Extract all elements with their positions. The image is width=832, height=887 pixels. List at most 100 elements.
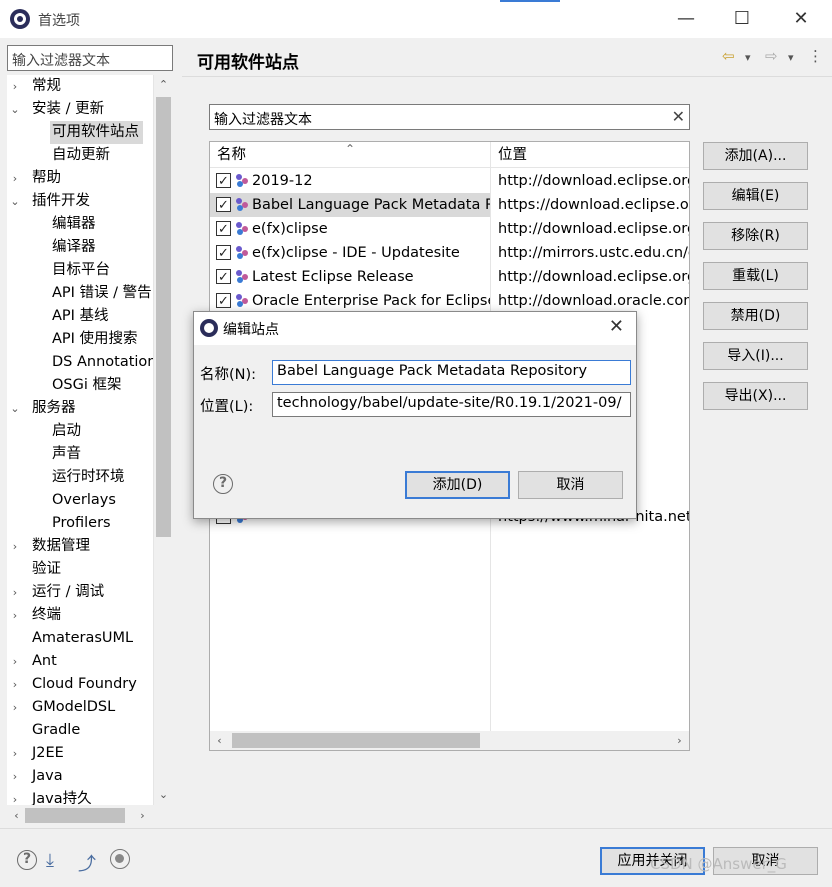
help-icon[interactable]: ? <box>17 850 37 870</box>
tree-item[interactable]: › Cloud Foundry <box>13 673 137 696</box>
tree-item[interactable]: 自动更新 <box>50 144 110 167</box>
tree-item[interactable]: AmaterasUML <box>30 627 133 650</box>
table-row[interactable]: Latest Eclipse Release http://download.ec… <box>210 265 689 290</box>
tree-item[interactable]: 编辑器 <box>50 213 96 236</box>
tree-item[interactable]: ⌄ 安装 / 更新 <box>10 98 104 121</box>
chevron-right-icon[interactable]: › <box>8 535 22 558</box>
chevron-right-icon[interactable]: › <box>8 581 22 604</box>
table-row[interactable]: Babel Language Pack Metadata Repository h… <box>210 193 689 218</box>
table-row[interactable]: e(fx)clipse http://download.eclipse.org/e… <box>210 217 689 242</box>
tree-item[interactable]: ⌄ 插件开发 <box>10 190 90 213</box>
name-field[interactable]: Babel Language Pack Metadata Repository <box>272 360 631 385</box>
tree-item[interactable]: 启动 <box>50 420 81 443</box>
chevron-right-icon[interactable]: › <box>8 696 22 719</box>
help-icon[interactable]: ? <box>213 474 233 494</box>
export-icon[interactable]: ⤴ <box>78 850 96 876</box>
tree-item[interactable]: API 基线 <box>50 305 109 328</box>
column-header-name[interactable]: 名称 ⌃ <box>210 142 490 168</box>
chevron-right-icon[interactable]: › <box>8 604 22 627</box>
tree-item[interactable]: 声音 <box>50 443 81 466</box>
export-sites-button[interactable]: 导出(X)... <box>703 382 808 410</box>
tree-item[interactable]: › 帮助 <box>13 167 61 190</box>
chevron-right-icon[interactable]: › <box>8 742 22 765</box>
sites-filter-input[interactable]: 输入过滤器文本 ✕ <box>209 104 690 130</box>
tree-item[interactable]: › Ant <box>13 650 57 673</box>
column-header-location[interactable]: 位置 <box>491 142 689 168</box>
chevron-right-icon[interactable]: › <box>8 650 22 673</box>
tree-item[interactable]: › 常规 <box>13 75 61 98</box>
tree-item[interactable]: › GModelDSL <box>13 696 115 719</box>
tree-item[interactable]: › Java <box>13 765 63 788</box>
edit-site-button[interactable]: 编辑(E) <box>703 182 808 210</box>
tree-item[interactable]: API 使用搜索 <box>50 328 138 351</box>
add-site-button[interactable]: 添加(A)... <box>703 142 808 170</box>
minimize-button[interactable]: — <box>658 0 714 38</box>
left-vertical-scrollbar[interactable]: ⌃ ⌄ <box>153 75 172 805</box>
tree-item[interactable]: OSGi 框架 <box>50 374 122 397</box>
tree-item[interactable]: › Java持久 <box>13 788 92 805</box>
maximize-button[interactable]: ☐ <box>714 0 770 38</box>
enable-checkbox[interactable] <box>216 218 231 242</box>
tree-item[interactable]: 目标平台 <box>50 259 110 282</box>
tree-item[interactable]: 运行时环境 <box>50 466 125 489</box>
chevron-right-icon[interactable]: › <box>8 765 22 788</box>
disable-site-button[interactable]: 禁用(D) <box>703 302 808 330</box>
tree-item[interactable]: 可用软件站点 <box>50 121 143 144</box>
tree-item[interactable]: › 数据管理 <box>13 535 90 558</box>
tree-item[interactable]: › 终端 <box>13 604 61 627</box>
chevron-down-icon[interactable]: ⌄ <box>8 190 22 213</box>
scroll-down-icon[interactable]: ⌄ <box>154 785 173 805</box>
tree-item[interactable]: Profilers <box>50 512 111 535</box>
chevron-right-icon[interactable]: › <box>8 673 22 696</box>
tree-item[interactable]: ⌄ 服务器 <box>10 397 75 420</box>
tree-item[interactable]: DS Annotations <box>50 351 153 374</box>
chevron-right-icon[interactable]: › <box>8 167 22 190</box>
scroll-left-icon[interactable]: ‹ <box>210 731 229 751</box>
enable-checkbox[interactable] <box>216 170 231 194</box>
tree-item[interactable]: 验证 <box>30 558 61 581</box>
table-horizontal-scrollbar[interactable]: ‹ › <box>210 731 689 750</box>
dialog-add-button[interactable]: 添加(D) <box>405 471 510 499</box>
import-icon[interactable]: ⤓ <box>46 850 54 871</box>
scroll-thumb[interactable] <box>156 97 171 537</box>
scroll-thumb[interactable] <box>232 733 480 748</box>
location-field[interactable]: technology/babel/update-site/R0.19.1/202… <box>272 392 631 417</box>
chevron-down-icon[interactable]: ⌄ <box>8 98 22 121</box>
tree-item[interactable]: 编译器 <box>50 236 96 259</box>
scroll-right-icon[interactable]: › <box>133 806 152 826</box>
record-icon[interactable] <box>110 849 130 869</box>
scroll-thumb[interactable] <box>25 808 125 823</box>
enable-checkbox[interactable] <box>216 290 231 314</box>
dialog-close-icon[interactable]: ✕ <box>609 316 624 337</box>
remove-site-button[interactable]: 移除(R) <box>703 222 808 250</box>
preferences-tree[interactable]: › 常规 ⌄ 安装 / 更新 可用软件站点 自动更新 › 帮助 ⌄ 插件开发 编辑器 编译器 目标平台 A… <box>7 75 153 805</box>
scroll-up-icon[interactable]: ⌃ <box>154 75 173 95</box>
tree-item[interactable]: Overlays <box>50 489 116 512</box>
table-row[interactable]: 2019-12 http://download.eclipse.org/relea… <box>210 169 689 194</box>
enable-checkbox[interactable] <box>216 194 231 218</box>
tree-item[interactable]: › 运行 / 调试 <box>13 581 104 604</box>
left-filter-input[interactable]: 输入过滤器文本 <box>7 45 173 71</box>
more-icon[interactable]: ⋮ <box>808 47 823 65</box>
scroll-right-icon[interactable]: › <box>670 731 689 751</box>
enable-checkbox[interactable] <box>216 266 231 290</box>
left-horizontal-scrollbar[interactable]: ‹ › <box>7 806 153 825</box>
import-sites-button[interactable]: 导入(I)... <box>703 342 808 370</box>
close-button[interactable]: ✕ <box>773 0 829 38</box>
enable-checkbox[interactable] <box>216 242 231 266</box>
tree-item[interactable]: › J2EE <box>13 742 64 765</box>
table-row[interactable]: Oracle Enterprise Pack for Eclipse http:/… <box>210 289 689 314</box>
tree-item[interactable]: Gradle <box>30 719 80 742</box>
table-row[interactable]: e(fx)clipse - IDE - Updatesite http://mir… <box>210 241 689 266</box>
clear-icon[interactable]: ✕ <box>672 107 685 126</box>
chevron-down-icon[interactable]: ⌄ <box>8 397 22 420</box>
chevron-right-icon[interactable]: › <box>8 788 22 805</box>
chevron-right-icon[interactable]: › <box>8 75 22 98</box>
back-menu-icon[interactable]: ▾ <box>745 51 751 64</box>
reload-site-button[interactable]: 重载(L) <box>703 262 808 290</box>
scroll-left-icon[interactable]: ‹ <box>7 806 26 826</box>
forward-menu-icon[interactable]: ▾ <box>788 51 794 64</box>
forward-icon[interactable]: ⇨ <box>765 47 778 65</box>
back-icon[interactable]: ⇦ <box>722 47 735 65</box>
dialog-cancel-button[interactable]: 取消 <box>518 471 623 499</box>
